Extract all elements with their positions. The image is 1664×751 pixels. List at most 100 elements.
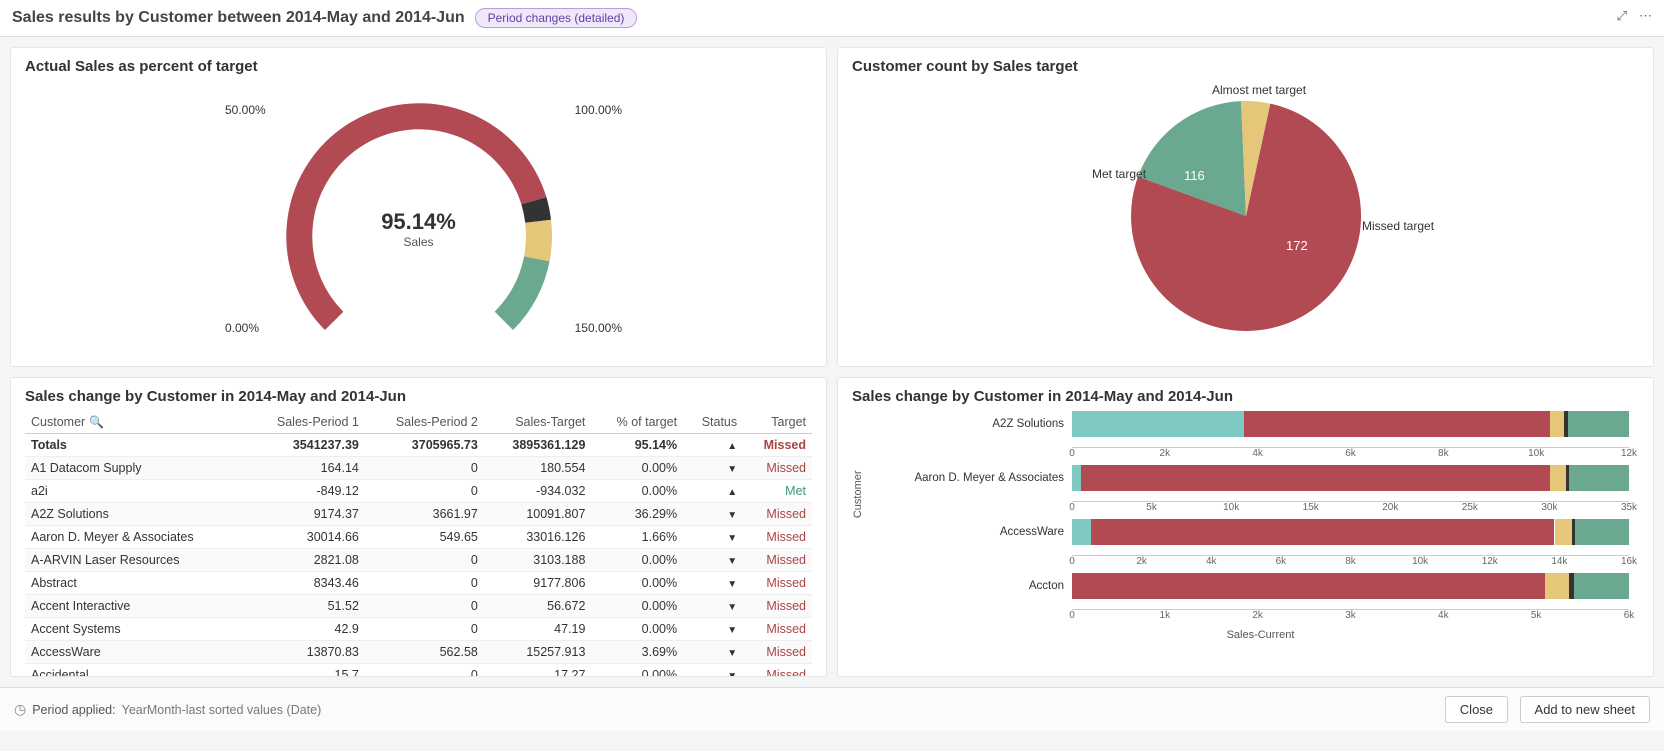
- cell-pct: 0.00%: [591, 480, 683, 503]
- bar-tick: 30k: [1541, 502, 1557, 513]
- col-status[interactable]: Status: [683, 411, 743, 434]
- bar-segment: [1545, 573, 1568, 599]
- bar-row[interactable]: Accton: [892, 573, 1629, 599]
- gauge-chart[interactable]: 95.14% Sales 0.00% 50.00% 100.00% 150.00…: [25, 81, 812, 341]
- bar-segment: [1091, 519, 1554, 545]
- clock-icon: [14, 701, 26, 718]
- gauge-tick-100: 100.00%: [575, 103, 622, 117]
- cell-customer: Totals: [25, 434, 246, 457]
- cell-p2: 0: [365, 664, 484, 678]
- table-row[interactable]: AccessWare13870.83562.5815257.9133.69%▼M…: [25, 641, 812, 664]
- table-row[interactable]: Totals3541237.393705965.733895361.12995.…: [25, 434, 812, 457]
- table-row[interactable]: A-ARVIN Laser Resources2821.0803103.1880…: [25, 549, 812, 572]
- sales-table[interactable]: Customer🔍 Sales-Period 1 Sales-Period 2 …: [25, 411, 812, 677]
- search-icon[interactable]: 🔍: [89, 415, 104, 429]
- bar-segment: [1244, 411, 1550, 437]
- table-row[interactable]: Accidental15.7017.270.00%▼Missed: [25, 664, 812, 678]
- table-row[interactable]: Abstract8343.4609177.8060.00%▼Missed: [25, 572, 812, 595]
- pie-value-missed: 172: [1286, 238, 1308, 253]
- table-row[interactable]: Aaron D. Meyer & Associates30014.66549.6…: [25, 526, 812, 549]
- col-p1[interactable]: Sales-Period 1: [246, 411, 365, 434]
- footer: Period applied: YearMonth-last sorted va…: [0, 687, 1664, 731]
- bar-tick: 0: [1069, 448, 1075, 459]
- bar-tick: 6k: [1624, 610, 1635, 621]
- cell-targetres: Missed: [743, 549, 812, 572]
- gauge-label: Sales: [381, 235, 456, 249]
- table-row[interactable]: A2Z Solutions9174.373661.9710091.80736.2…: [25, 503, 812, 526]
- cell-customer: AccessWare: [25, 641, 246, 664]
- cell-target: 3103.188: [484, 549, 592, 572]
- cell-p1: 51.52: [246, 595, 365, 618]
- cell-pct: 3.69%: [591, 641, 683, 664]
- cell-targetres: Met: [743, 480, 812, 503]
- dashboard-grid: Actual Sales as percent of target 95.14%…: [0, 37, 1664, 687]
- bar-tick: 6k: [1345, 448, 1356, 459]
- cell-customer: Accidental: [25, 664, 246, 678]
- cell-p1: -849.12: [246, 480, 365, 503]
- cell-p1: 15.7: [246, 664, 365, 678]
- col-customer[interactable]: Customer🔍: [25, 411, 246, 434]
- pie-label-missed: Missed target: [1362, 219, 1434, 233]
- cell-targetres: Missed: [743, 595, 812, 618]
- col-target[interactable]: Sales-Target: [484, 411, 592, 434]
- pie-label-almost: Almost met target: [1212, 83, 1306, 97]
- bar-tick: 5k: [1531, 610, 1542, 621]
- bar-tick: 5k: [1146, 502, 1157, 513]
- table-panel: Sales change by Customer in 2014-May and…: [10, 377, 827, 677]
- period-changes-badge[interactable]: Period changes (detailed): [475, 8, 638, 28]
- gauge-tick-0: 0.00%: [225, 321, 259, 335]
- gauge-title: Actual Sales as percent of target: [25, 58, 812, 75]
- pie-value-met: 116: [1184, 168, 1205, 183]
- cell-target: 180.554: [484, 457, 592, 480]
- table-row[interactable]: Accent Interactive51.52056.6720.00%▼Miss…: [25, 595, 812, 618]
- cell-status: ▼: [683, 503, 743, 526]
- cell-pct: 0.00%: [591, 618, 683, 641]
- bar-category-label: Aaron D. Meyer & Associates: [892, 472, 1072, 484]
- table-row[interactable]: a2i-849.120-934.0320.00%▲Met: [25, 480, 812, 503]
- bar-tick: 3k: [1345, 610, 1356, 621]
- bar-tick: 0: [1069, 556, 1075, 567]
- cell-customer: A2Z Solutions: [25, 503, 246, 526]
- add-to-sheet-button[interactable]: Add to new sheet: [1520, 696, 1650, 723]
- cell-p2: 0: [365, 549, 484, 572]
- pie-chart[interactable]: 116 172 Almost met target Met target Mis…: [852, 81, 1639, 341]
- bar-tick: 0: [1069, 610, 1075, 621]
- cell-status: ▼: [683, 664, 743, 678]
- bar-segment: [1081, 465, 1550, 491]
- cell-targetres: Missed: [743, 457, 812, 480]
- bar-category-label: A2Z Solutions: [892, 418, 1072, 430]
- cell-p1: 30014.66: [246, 526, 365, 549]
- close-button[interactable]: Close: [1445, 696, 1508, 723]
- cell-customer: Abstract: [25, 572, 246, 595]
- pie-panel: Customer count by Sales target 116 172 A…: [837, 47, 1654, 367]
- pie-label-met: Met target: [1092, 167, 1146, 181]
- cell-customer: Accent Interactive: [25, 595, 246, 618]
- col-p2[interactable]: Sales-Period 2: [365, 411, 484, 434]
- bar-chart[interactable]: Customer A2Z Solutions02k4k6k8k10k12kAar…: [852, 411, 1639, 661]
- table-row[interactable]: A1 Datacom Supply164.140180.5540.00%▼Mis…: [25, 457, 812, 480]
- col-pct[interactable]: % of target: [591, 411, 683, 434]
- bar-segment: [1072, 573, 1545, 599]
- cell-status: ▼: [683, 618, 743, 641]
- table-row[interactable]: Accent Systems42.9047.190.00%▼Missed: [25, 618, 812, 641]
- cell-target: 10091.807: [484, 503, 592, 526]
- bar-segment: [1568, 411, 1629, 437]
- col-targetres[interactable]: Target: [743, 411, 812, 434]
- bar-row[interactable]: Aaron D. Meyer & Associates: [892, 465, 1629, 491]
- bar-tick: 0: [1069, 502, 1075, 513]
- cell-p2: 562.58: [365, 641, 484, 664]
- cell-targetres: Missed: [743, 503, 812, 526]
- gauge-value: 95.14%: [381, 209, 456, 235]
- collapse-icon[interactable]: ⤢: [1617, 8, 1627, 24]
- more-icon[interactable]: ⋯: [1639, 8, 1652, 24]
- cell-status: ▼: [683, 595, 743, 618]
- bar-tick: 20k: [1382, 502, 1398, 513]
- table-header-row: Customer🔍 Sales-Period 1 Sales-Period 2 …: [25, 411, 812, 434]
- bar-row[interactable]: AccessWare: [892, 519, 1629, 545]
- cell-customer: a2i: [25, 480, 246, 503]
- bar-segment: [1072, 519, 1091, 545]
- cell-p1: 42.9: [246, 618, 365, 641]
- bar-row[interactable]: A2Z Solutions: [892, 411, 1629, 437]
- cell-pct: 0.00%: [591, 664, 683, 678]
- cell-status: ▼: [683, 641, 743, 664]
